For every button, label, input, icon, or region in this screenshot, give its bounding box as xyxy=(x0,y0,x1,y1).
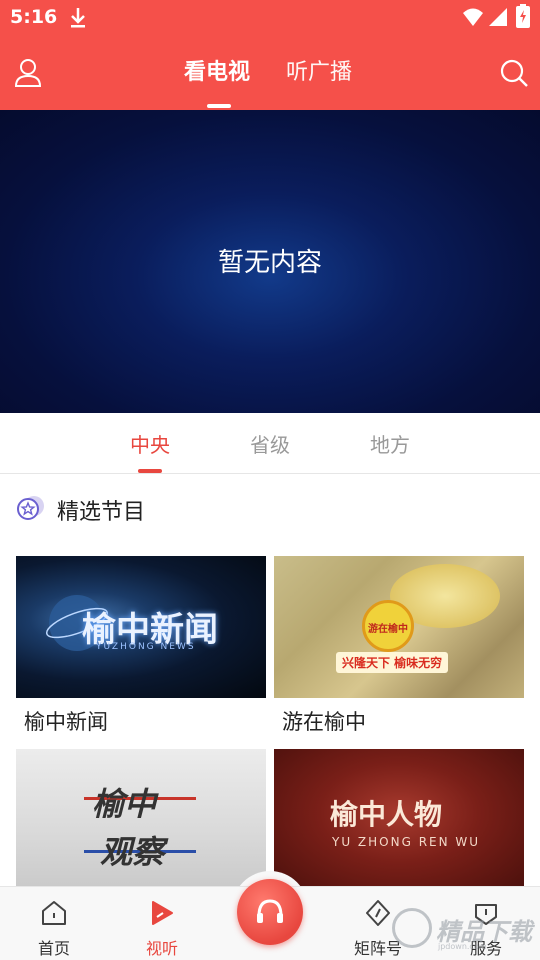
category-tabs: 中央 省级 地方 xyxy=(0,413,540,474)
tab-watch-tv[interactable]: 看电视 xyxy=(184,58,250,92)
thumbnail-logo-text: 榆中 xyxy=(92,785,157,823)
headset-icon xyxy=(257,899,283,923)
watermark-url: jpdown.com xyxy=(438,942,487,951)
wifi-icon xyxy=(463,8,483,26)
thumbnail-logo-subtext: YUZHONG NEWS xyxy=(96,642,196,652)
app-root: 5:16 看电视 听广播 暂无内容 中央 省级 地方 精选节目 榆中新闻 YUZ… xyxy=(0,0,540,960)
tab-active-indicator xyxy=(207,104,231,108)
tab-provincial[interactable]: 省级 xyxy=(250,429,290,458)
section-title: 精选节目 xyxy=(57,500,146,525)
tab-local[interactable]: 地方 xyxy=(370,429,410,458)
signal-icon xyxy=(489,8,507,26)
nav-label: 首页 xyxy=(37,939,70,958)
nav-item-center-headset[interactable] xyxy=(237,879,303,945)
nav-label: 视听 xyxy=(145,939,178,958)
user-icon[interactable] xyxy=(14,58,42,88)
top-header: 5:16 看电视 听广播 xyxy=(0,0,540,110)
program-title: 榆中新闻 xyxy=(24,710,108,734)
program-thumbnail[interactable]: 游在榆中 兴隆天下 榆味无穷 xyxy=(274,556,524,698)
program-thumbnail[interactable]: 榆中新闻 YUZHONG NEWS xyxy=(16,556,266,698)
thumbnail-logo-subtext: YU ZHONG REN WU xyxy=(332,835,481,849)
tab-listen-radio[interactable]: 听广播 xyxy=(286,58,352,92)
category-active-indicator xyxy=(138,469,162,473)
watermark-logo-icon xyxy=(392,908,432,948)
program-title: 游在榆中 xyxy=(282,710,366,734)
watermark: 精品下载 jpdown.com xyxy=(388,906,538,956)
status-time: 5:16 xyxy=(10,6,58,28)
thumbnail-logo-text: 榆中人物 xyxy=(330,798,443,831)
nav-item-home[interactable]: 首页 xyxy=(14,887,94,960)
star-badge-icon xyxy=(17,496,44,520)
nav-item-video[interactable]: 视听 xyxy=(122,887,202,960)
battery-icon xyxy=(516,4,530,28)
download-icon xyxy=(71,8,85,28)
program-thumbnail[interactable]: 榆中人物 YU ZHONG REN WU xyxy=(274,749,524,891)
section-header: 精选节目 xyxy=(0,474,540,540)
player-empty-message: 暂无内容 xyxy=(217,248,322,278)
play-icon xyxy=(152,901,173,925)
status-bar: 5:16 xyxy=(0,0,540,36)
home-icon xyxy=(42,901,66,925)
program-thumbnail[interactable]: 榆中 观察 xyxy=(16,749,266,891)
video-player[interactable]: 暂无内容 xyxy=(0,110,540,413)
thumbnail-banner-text: 兴隆天下 榆味无穷 xyxy=(336,652,449,673)
thumbnail-logo-text-2: 观察 xyxy=(100,833,165,871)
tab-central[interactable]: 中央 xyxy=(130,429,170,458)
search-icon[interactable] xyxy=(499,58,529,88)
thumbnail-logo-text: 游在榆中 xyxy=(368,624,408,635)
